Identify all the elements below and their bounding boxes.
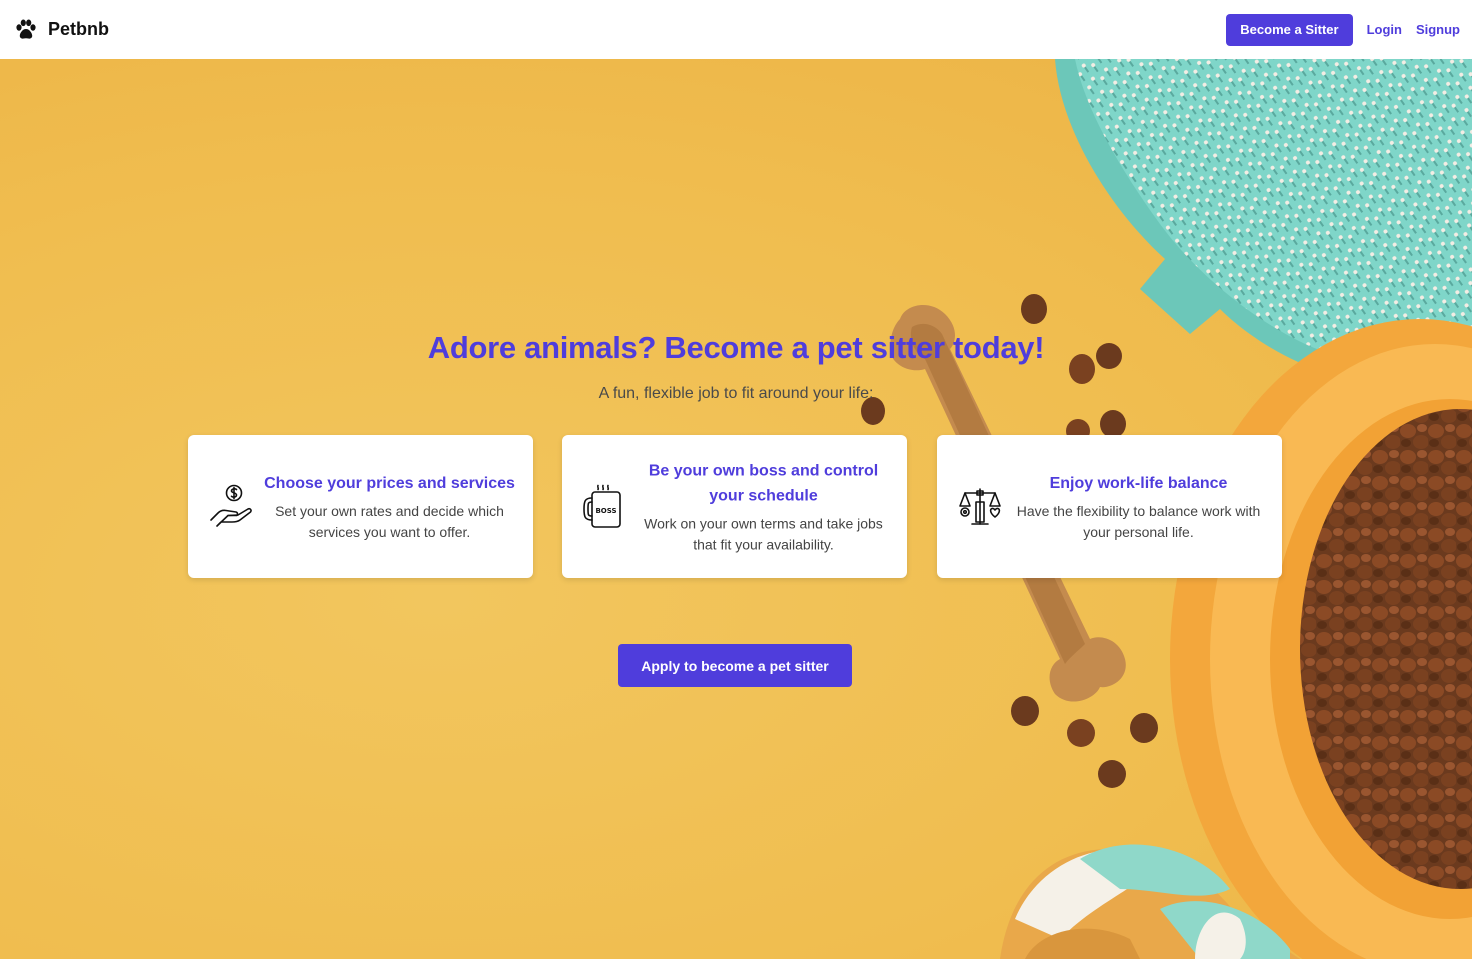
hero-subtitle: A fun, flexible job to fit around your l… <box>598 385 874 402</box>
balance-scale-icon <box>959 487 1001 525</box>
card-title: Be your own boss and control your schedu… <box>648 462 879 504</box>
become-sitter-button[interactable]: Become a Sitter <box>1226 13 1353 46</box>
apply-button[interactable]: Apply to become a pet sitter <box>618 644 852 687</box>
mug-label: BOSS <box>595 507 616 515</box>
signup-link[interactable]: Signup <box>1416 22 1460 37</box>
card-description: Work on your own terms and take jobs tha… <box>644 515 883 552</box>
paw-icon <box>16 19 36 39</box>
hero-title: Adore animals? Become a pet sitter today… <box>427 330 1045 365</box>
card-text: Enjoy work-life balance Have the flexibi… <box>1013 471 1264 543</box>
card-description: Have the flexibility to balance work wit… <box>1016 502 1261 540</box>
card-title: Enjoy work-life balance <box>1049 474 1228 492</box>
hand-dollar-icon <box>210 484 252 527</box>
feature-card-prices: Choose your prices and services Set your… <box>188 435 533 578</box>
brand[interactable]: Petbnb <box>14 18 109 42</box>
card-title: Choose your prices and services <box>264 474 515 492</box>
card-text: Choose your prices and services Set your… <box>264 471 515 543</box>
feature-card-balance: Enjoy work-life balance Have the flexibi… <box>937 435 1282 578</box>
brand-name: Petbnb <box>48 19 109 39</box>
login-link[interactable]: Login <box>1367 22 1402 37</box>
nav-actions: Become a Sitter Login Signup <box>1226 13 1460 46</box>
card-description: Set your own rates and decide which serv… <box>275 502 504 540</box>
feature-card-boss: BOSS Be your own boss and control your s… <box>562 435 907 578</box>
boss-mug-icon: BOSS <box>583 484 621 528</box>
top-navbar: Petbnb Become a Sitter Login Signup <box>0 0 1472 59</box>
card-text: Be your own boss and control your schedu… <box>638 458 889 555</box>
